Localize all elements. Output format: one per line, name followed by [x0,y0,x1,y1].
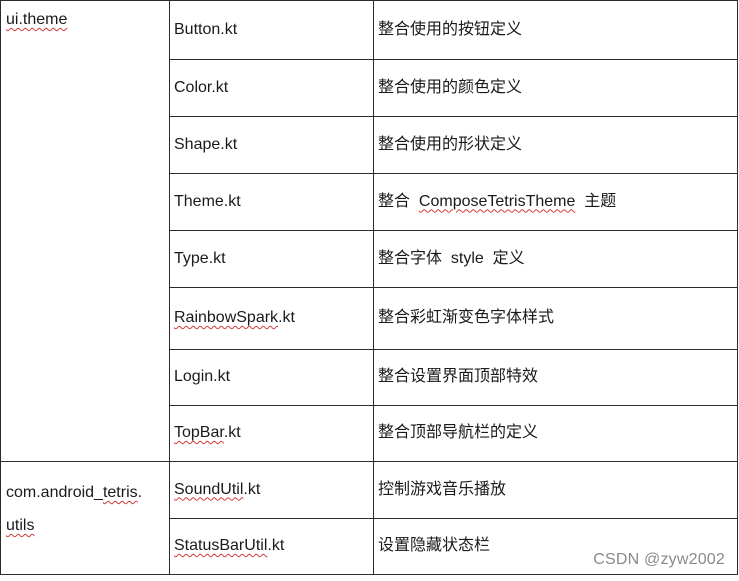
file-ext: .kt [267,537,285,555]
desc-cell: 整合顶部导航栏的定义 [373,405,738,462]
desc-cell: 整合使用的颜色定义 [373,59,738,117]
file-cell: SoundUtil.kt [169,461,374,519]
desc-cell: 整合 ComposeTetrisTheme 主题 [373,173,738,231]
file-name: Button.kt [174,20,238,38]
file-desc: 整合使用的颜色定义 [378,78,523,96]
file-name-stem: RainbowSpark [174,309,279,327]
package-name-part: utils [6,517,35,534]
desc-cell: 整合使用的按钮定义 [373,0,738,60]
file-desc: 整合使用的形状定义 [378,135,523,153]
file-desc: 整合字体 style 定义 [378,249,525,267]
file-cell: Button.kt [169,0,374,60]
file-desc: 整合彩虹渐变色字体样式 [378,309,555,327]
table-row: ui.theme Button.kt 整合使用的按钮定义 [0,0,738,462]
file-ext: .kt [243,480,261,498]
watermark: CSDN @zyw2002 [593,551,725,568]
file-desc: 整合使用的按钮定义 [378,20,523,38]
file-desc-term: ComposeTetrisTheme [418,192,576,210]
package-cell-utils: com.android_tetris. utils [0,461,170,575]
file-cell: TopBar.kt [169,405,374,462]
file-name: Color.kt [174,78,229,96]
file-cell: StatusBarUtil.kt [169,518,374,575]
package-name-part: com.android_ [6,484,103,501]
package-name: ui.theme [6,11,68,28]
file-structure-table: ui.theme Button.kt 整合使用的按钮定义 Color.kt 整合… [0,0,738,575]
file-name-stem: StatusBarUtil [174,537,268,555]
file-ext: .kt [223,424,241,442]
package-name-term: tetris [102,484,138,501]
file-cell: Type.kt [169,230,374,288]
desc-cell: 整合字体 style 定义 [373,230,738,288]
file-cell: Color.kt [169,59,374,117]
table-row: com.android_tetris. utils SoundUtil.kt 控… [0,461,738,575]
file-name: Type.kt [174,249,226,267]
file-name: Shape.kt [174,135,238,153]
file-name: Login.kt [174,368,231,386]
file-desc: 整合设置界面顶部特效 [378,368,539,386]
file-ext: .kt [278,309,295,327]
file-cell: RainbowSpark.kt [169,287,374,350]
file-cell: Shape.kt [169,116,374,174]
file-desc-pre: 整合 [378,192,419,210]
file-desc-post: 主题 [575,192,617,210]
file-desc: 设置隐藏状态栏 [378,537,491,555]
package-cell-ui-theme: ui.theme [0,0,170,462]
file-desc: 控制游戏音乐播放 [378,480,507,498]
file-name-stem: SoundUtil [174,480,244,498]
file-name: Theme.kt [174,192,241,210]
file-cell: Theme.kt [169,173,374,231]
package-name-dot: . [137,484,143,501]
desc-cell: 整合彩虹渐变色字体样式 [373,287,738,350]
desc-cell: 整合设置界面顶部特效 [373,349,738,406]
file-desc: 整合顶部导航栏的定义 [378,424,539,442]
file-cell: Login.kt [169,349,374,406]
desc-cell: 控制游戏音乐播放 [373,461,738,519]
desc-cell: 整合使用的形状定义 [373,116,738,174]
file-name-stem: TopBar [174,424,224,442]
